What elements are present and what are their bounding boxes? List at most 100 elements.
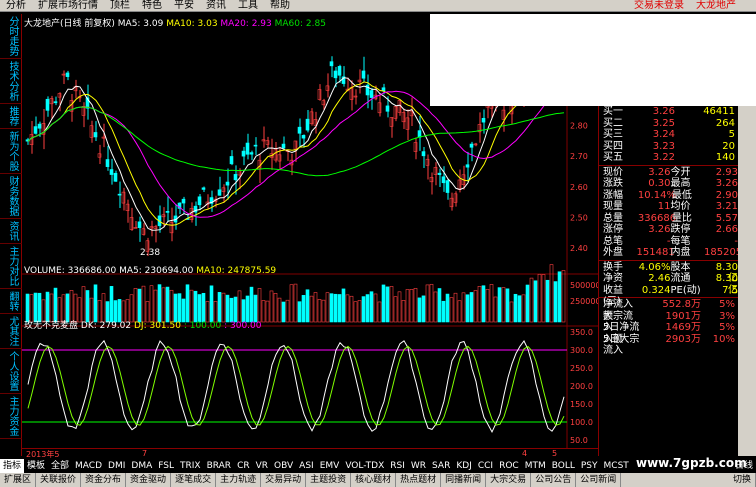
extension-tab[interactable]: 公司公告 (531, 473, 577, 487)
extension-tab[interactable]: 主题投资 (306, 473, 352, 487)
indicator-tab[interactable]: MCST (601, 459, 632, 473)
indicator-tab[interactable]: ROC (496, 459, 522, 473)
indicator-tab[interactable]: FSL (155, 459, 177, 473)
flow-pct: 3% (719, 310, 735, 322)
flow-row: 净流入额 552.8万 5% (599, 299, 738, 322)
indicator-tab[interactable]: 全部 (48, 459, 72, 473)
indicator-tab[interactable]: CR (234, 459, 253, 473)
extension-tab[interactable]: 大宗交易 (486, 473, 532, 487)
menu-item-topbar[interactable]: 顶栏 (104, 0, 136, 11)
indicator-tab[interactable]: RSI (387, 459, 408, 473)
indicator-tab[interactable]: MACD (72, 459, 105, 473)
indicator-tab[interactable]: EMV (317, 459, 343, 473)
extension-tab[interactable]: 资金驱动 (126, 473, 172, 487)
indicator-tab[interactable]: OBV (271, 459, 296, 473)
indicator-tab[interactable]: WR (408, 459, 429, 473)
indicator-tab[interactable]: MTM (522, 459, 549, 473)
vertical-scrollbar[interactable] (738, 106, 756, 456)
extension-tab[interactable]: 同播新闻 (441, 473, 487, 487)
candle-body (197, 196, 202, 206)
indicator-tick: 150.0 (570, 400, 593, 409)
volume-bar (53, 287, 58, 323)
volume-bar (533, 280, 538, 323)
volume-bar (557, 271, 562, 323)
volume-bar (545, 279, 550, 323)
stat-value: - (734, 235, 738, 247)
extension-tab[interactable]: 热点题材 (396, 473, 442, 487)
volume-bar (441, 300, 446, 323)
left-tab-settings[interactable]: 个人设置 (0, 349, 22, 394)
extension-tab[interactable]: 关联报价 (36, 473, 82, 487)
stat-value: 2.46 (648, 273, 671, 284)
menu-item-help[interactable]: 帮助 (264, 0, 296, 11)
left-tab-new-stocks[interactable]: 新为个股 (0, 129, 22, 174)
candle-body (113, 172, 118, 182)
switch-tab[interactable]: 切换 (729, 473, 756, 487)
stat-label: 每笔 (670, 235, 691, 247)
left-tab-main-compare[interactable]: 主力对比 (0, 244, 22, 289)
flow-row: 5日净流入额 1469万 5% (599, 322, 738, 345)
indicator-tab[interactable]: 指标 (0, 459, 25, 473)
extension-tab[interactable]: 资金分布 (81, 473, 127, 487)
menu-item-tools[interactable]: 工具 (232, 0, 264, 11)
extension-tab[interactable]: 扩展区 (0, 473, 37, 487)
volume-bar (425, 284, 430, 323)
indicator-tab[interactable]: CCI (475, 459, 496, 473)
left-tab-focus[interactable]: 尤其注 (0, 314, 22, 349)
ma10-label: MA10: 3.03 (166, 19, 218, 29)
login-status[interactable]: 交易未登录 (628, 0, 690, 11)
volume-bar (349, 295, 354, 323)
indicator-tab[interactable]: DMA (128, 459, 155, 473)
indicator-tab[interactable]: VOL-TDX (342, 459, 387, 473)
indicator-tab[interactable]: 模板 (24, 459, 48, 473)
candle-body (297, 126, 302, 134)
indicator-tab[interactable]: ASI (296, 459, 317, 473)
candle-body (469, 143, 474, 148)
extension-tab[interactable]: 核心题材 (351, 473, 397, 487)
buy-volume: 264 (715, 117, 735, 129)
extension-tab[interactable]: 交易异动 (261, 473, 307, 487)
indicator-tab[interactable]: DMI (105, 459, 128, 473)
indicator-tab[interactable]: KDJ (453, 459, 475, 473)
indicator-tab[interactable]: SAR (429, 459, 453, 473)
extension-tab[interactable]: 逐笔成交 (171, 473, 217, 487)
stat-label: 涨停 (603, 224, 623, 235)
stat2-row: 净资 2.46 流通 8.30亿 (599, 273, 738, 296)
indicator-tab[interactable]: BRAR (204, 459, 234, 473)
left-tab-main-funds[interactable]: 主力资金 (0, 394, 22, 439)
stat-value: 8.30亿 (715, 273, 738, 296)
volume-bar (537, 273, 542, 323)
menu-item-pingan[interactable]: 平安 (168, 0, 200, 11)
indicator-tab[interactable]: VR (253, 459, 271, 473)
indicator-tab[interactable]: TRIX (177, 459, 204, 473)
ma60-label: MA60: 2.85 (274, 19, 326, 29)
indicator-tick: 300.0 (570, 346, 593, 355)
buy-label: 买五 (603, 152, 623, 163)
stat-row: 现量 11 均价 3.21 (599, 201, 738, 213)
left-tab-technical[interactable]: 技术分析 (0, 59, 22, 104)
left-tab-flip[interactable]: 翻转 (0, 289, 22, 314)
menu-item-extended-market[interactable]: 扩展市场行情 (32, 0, 104, 11)
volume-bar (317, 299, 322, 323)
extension-tab[interactable]: 公司新闻 (576, 473, 622, 487)
volume-bar (397, 291, 402, 323)
left-tab-intraday[interactable]: 分时走势 (0, 14, 22, 59)
candle-body (137, 221, 142, 228)
candle-body (37, 123, 42, 129)
indicator-tab[interactable]: PSY (578, 459, 601, 473)
left-tab-finance[interactable]: 财务数据 (0, 174, 22, 219)
volume-bar (529, 277, 534, 323)
volume-bar (505, 288, 510, 323)
menu-item-features[interactable]: 特色 (136, 0, 168, 11)
left-tab-news[interactable]: 资讯 (0, 219, 22, 244)
extension-tab[interactable]: 主力轨迹 (216, 473, 262, 487)
indicator-tab[interactable]: BOLL (549, 459, 578, 473)
chart-gap (232, 228, 437, 270)
flow-label: 大宗流入 (603, 310, 633, 334)
volume-bar (309, 295, 314, 323)
menu-item-news[interactable]: 资讯 (200, 0, 232, 11)
left-tab-recommend[interactable]: 推荐 (0, 104, 22, 129)
volume-bar (313, 292, 318, 323)
stat-label: 总量 (603, 212, 623, 224)
menu-item-analysis[interactable]: 分析 (0, 0, 32, 11)
